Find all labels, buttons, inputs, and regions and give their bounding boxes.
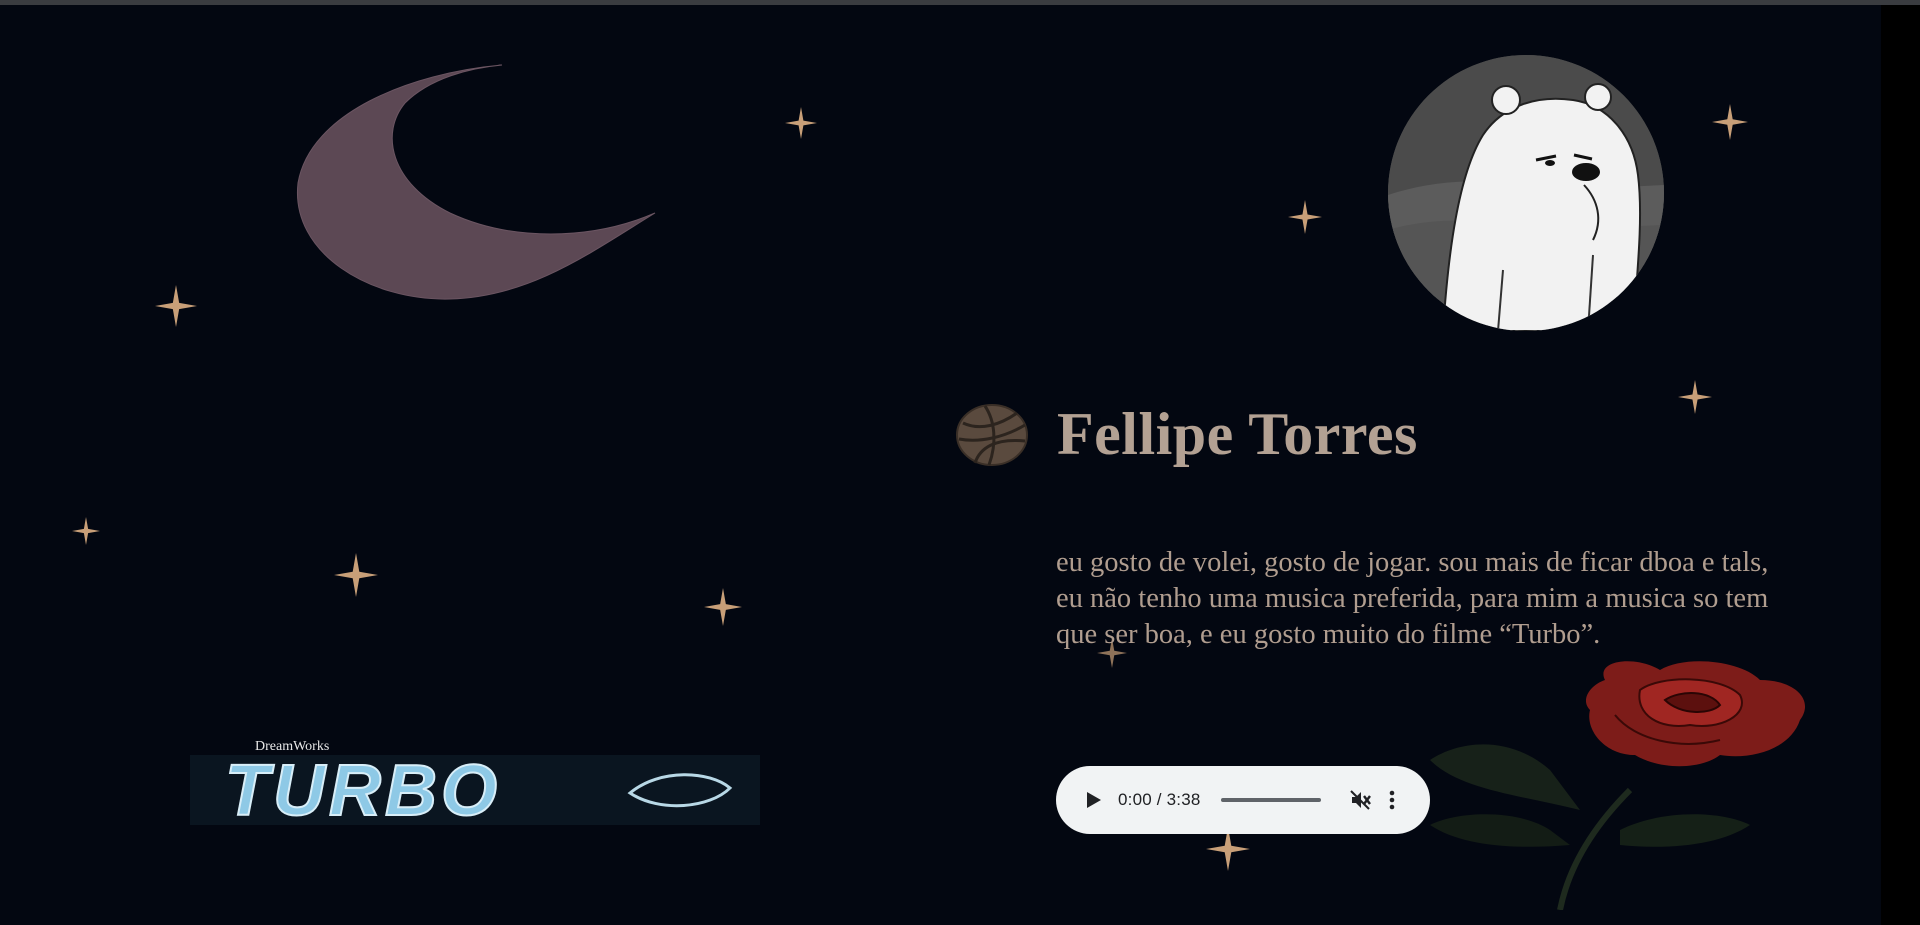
volume-muted-icon[interactable]	[1349, 788, 1373, 812]
volleyball-icon	[956, 403, 1028, 466]
rose-icon	[1430, 661, 1806, 910]
avatar	[1388, 55, 1664, 331]
star-icon	[72, 517, 100, 545]
ice-bear-illustration	[1388, 55, 1664, 331]
star-icon	[704, 588, 742, 626]
audio-player[interactable]: 0:00 / 3:38	[1056, 766, 1430, 834]
audio-time: 0:00 / 3:38	[1118, 790, 1201, 809]
turbo-logo: DreamWorks TURBO	[190, 739, 760, 832]
star-icon	[1678, 380, 1712, 414]
profile-header: Fellipe Torres	[955, 400, 1418, 469]
star-icon	[785, 107, 817, 139]
audio-progress-slider[interactable]	[1220, 798, 1321, 802]
turbo-logo-text: TURBO	[225, 751, 501, 831]
star-icon	[1288, 200, 1322, 234]
bio-paragraph: eu gosto de volei, gosto de jogar. sou m…	[1056, 547, 1769, 650]
window-right-border	[1881, 5, 1920, 925]
star-icon	[1712, 104, 1748, 140]
play-icon[interactable]	[1086, 791, 1102, 809]
page-title: Fellipe Torres	[1057, 401, 1418, 467]
moon-icon	[297, 64, 656, 300]
more-vert-icon[interactable]	[1389, 790, 1395, 810]
star-icon	[334, 553, 378, 597]
page-canvas: Fellipe Torres eu gosto de volei, gosto …	[0, 5, 1881, 925]
star-icon	[155, 285, 197, 327]
